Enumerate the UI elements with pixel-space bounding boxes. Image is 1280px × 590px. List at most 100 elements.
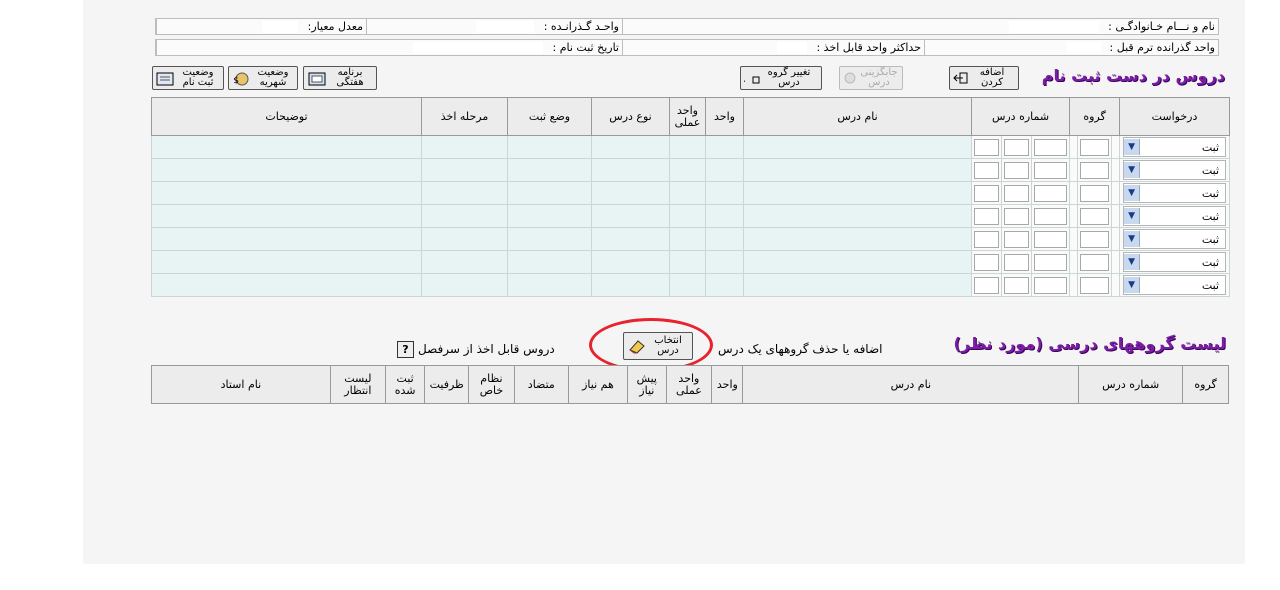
request-select[interactable]: ثبت ▼: [1123, 252, 1227, 272]
table-row: ثبت ▼: [151, 135, 1231, 159]
chevron-down-icon[interactable]: ▼: [1124, 254, 1141, 270]
request-select[interactable]: ثبت ▼: [1123, 275, 1227, 295]
group-input[interactable]: [1080, 184, 1110, 202]
request-select[interactable]: ثبت ▼: [1123, 160, 1227, 180]
group-input[interactable]: [1080, 230, 1110, 248]
max-units-cell: حداکثر واحد قابل اخذ :: [622, 40, 924, 55]
empty-cell: [151, 273, 422, 297]
table-row: ثبت ▼: [151, 181, 1231, 205]
request-select[interactable]: ثبت ▼: [1123, 183, 1227, 203]
course-number-input[interactable]: [1004, 276, 1029, 294]
group-input[interactable]: [1080, 253, 1110, 271]
change-group-button[interactable]: تغییر گروه درس A: [737, 66, 822, 90]
course-number-input[interactable]: [1004, 230, 1029, 248]
add-course-button[interactable]: اضافه کردن: [949, 66, 1019, 90]
empty-cell: [591, 181, 670, 205]
col-stage: مرحله اخذ: [421, 97, 508, 136]
table-row: ثبت ▼: [151, 158, 1231, 182]
group-input-cell: [1077, 204, 1113, 228]
empty-cell: [507, 158, 592, 182]
empty-cell: [591, 273, 670, 297]
course-number-input[interactable]: [1034, 161, 1068, 179]
empty-cell: [743, 204, 972, 228]
groups-table-header: نام استاد لیست انتظار ثبت شده ظرفیت نظام…: [151, 365, 1229, 404]
course-number-input[interactable]: [974, 138, 999, 156]
empty-cell: [421, 204, 508, 228]
col-course-name: نام درس: [743, 97, 972, 136]
course-number-input[interactable]: [1034, 276, 1068, 294]
empty-cell: [591, 135, 670, 159]
spacer-cell: [1069, 273, 1079, 297]
course-number-input[interactable]: [974, 230, 999, 248]
course-number-input[interactable]: [974, 276, 999, 294]
group-input-cell: [1077, 273, 1113, 297]
course-number-input[interactable]: [1034, 138, 1068, 156]
swap-course-button[interactable]: جابگزینی درس: [839, 66, 903, 90]
highlight-circle: [589, 318, 713, 372]
max-units-value: [776, 42, 807, 54]
reg-date-value: [413, 42, 543, 54]
course-number-input-cell: [1001, 135, 1032, 159]
spacer-cell: [1111, 227, 1121, 251]
empty-cell: [421, 181, 508, 205]
course-number-input[interactable]: [1004, 253, 1029, 271]
request-select-value: ثبت: [1201, 255, 1220, 269]
request-select[interactable]: ثبت ▼: [1123, 229, 1227, 249]
group-input-cell: [1077, 227, 1113, 251]
chevron-down-icon[interactable]: ▼: [1124, 231, 1141, 247]
registration-status-button[interactable]: وضعیت ثبت نام: [152, 66, 224, 90]
group-input[interactable]: [1080, 138, 1110, 156]
chevron-down-icon[interactable]: ▼: [1124, 139, 1141, 155]
empty-cell: [591, 227, 670, 251]
help-icon[interactable]: ?: [397, 341, 414, 358]
chevron-down-icon[interactable]: ▼: [1124, 185, 1141, 201]
course-number-input[interactable]: [974, 253, 999, 271]
empty-cell: [421, 158, 508, 182]
course-number-input[interactable]: [974, 207, 999, 225]
group-input[interactable]: [1080, 276, 1110, 294]
course-number-input[interactable]: [1004, 207, 1029, 225]
col-course-type: نوع درس: [591, 97, 670, 136]
table-row: ثبت ▼: [151, 273, 1231, 297]
tuition-status-label: وضعیت شهریه: [257, 67, 289, 88]
course-number-input-cell: [1001, 227, 1032, 251]
spacer-cell: [1069, 204, 1079, 228]
weekly-program-button[interactable]: برنامه هفتگی: [303, 66, 377, 90]
course-number-input[interactable]: [1034, 230, 1068, 248]
course-number-input[interactable]: [1004, 184, 1029, 202]
request-select[interactable]: ثبت ▼: [1123, 137, 1227, 157]
course-number-input[interactable]: [974, 161, 999, 179]
course-number-input[interactable]: [1034, 253, 1068, 271]
request-select[interactable]: ثبت ▼: [1123, 206, 1227, 226]
course-number-input[interactable]: [1034, 184, 1068, 202]
request-cell: ثبت ▼: [1119, 204, 1231, 228]
chevron-down-icon[interactable]: ▼: [1124, 208, 1141, 224]
col-group: گروه: [1182, 365, 1229, 404]
request-select-value: ثبت: [1201, 232, 1220, 246]
col-conflict: متضاد: [513, 365, 569, 404]
calendar-icon: [308, 72, 326, 86]
course-number-input[interactable]: [1004, 138, 1029, 156]
course-number-input[interactable]: [1034, 207, 1068, 225]
empty-cell: [743, 135, 972, 159]
group-input-cell: [1077, 181, 1113, 205]
course-number-input[interactable]: [974, 184, 999, 202]
course-number-input-cell: [1030, 227, 1071, 251]
course-number-input-cell: [971, 135, 1002, 159]
spacer-cell: [1069, 227, 1079, 251]
swap-course-label: جابگزینی درس: [860, 67, 898, 88]
chevron-down-icon[interactable]: ▼: [1124, 162, 1141, 178]
tuition-status-button[interactable]: وضعیت شهریه $: [228, 66, 298, 90]
table-row: ثبت ▼: [151, 204, 1231, 228]
empty-cell: [507, 273, 592, 297]
chevron-down-icon[interactable]: ▼: [1124, 277, 1141, 293]
group-input[interactable]: [1080, 161, 1110, 179]
gpa-label: معدل معیار:: [307, 20, 363, 33]
course-number-input[interactable]: [1004, 161, 1029, 179]
name-label: نام و نـــام خـانوادگـی :: [1108, 20, 1215, 33]
reg-date-cell: تاریخ ثبت نام :: [156, 40, 622, 55]
group-input[interactable]: [1080, 207, 1110, 225]
empty-cell: [421, 273, 508, 297]
course-number-input-cell: [971, 250, 1002, 274]
empty-cell: [705, 181, 744, 205]
